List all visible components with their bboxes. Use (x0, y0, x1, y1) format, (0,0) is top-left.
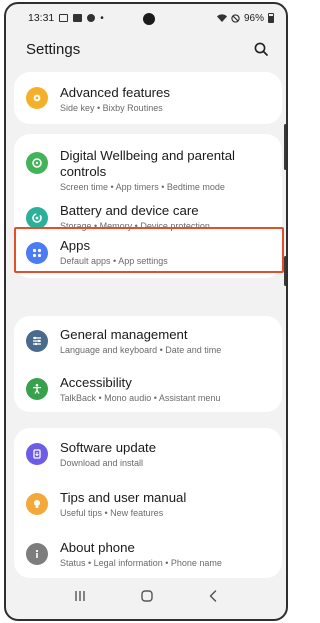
dot-icon: • (100, 12, 104, 24)
card-software-tips-about: Software update Download and install Tip… (14, 428, 282, 578)
recent-apps-button[interactable] (73, 589, 87, 607)
general-texts: General management Language and keyboard… (60, 327, 272, 355)
setting-subtitle: Language and keyboard • Date and time (60, 345, 222, 355)
setting-name: Advanced features (60, 85, 170, 100)
battery-icon (268, 13, 274, 23)
sliders-icon (26, 330, 48, 352)
setting-name-line2: controls (60, 164, 107, 179)
card-wellbeing-battery-apps: Digital Wellbeing and parental controls … (14, 134, 282, 278)
apps-grid-icon (26, 242, 48, 264)
setting-name: Battery and device care (60, 203, 199, 218)
tips-texts: Tips and user manual Useful tips • New f… (60, 490, 272, 518)
software-texts: Software update Download and install (60, 440, 272, 468)
status-right: 96% (216, 12, 274, 24)
status-bar: 13:31 • 96% (6, 4, 286, 32)
battery-texts: Battery and device care Storage • Memory… (60, 203, 272, 231)
app-notification-icon (87, 14, 96, 22)
setting-name: Apps (60, 238, 91, 253)
setting-subtitle: TalkBack • Mono audio • Assistant menu (60, 393, 221, 403)
setting-subtitle: Default apps • App settings (60, 256, 168, 266)
wifi-icon (216, 14, 227, 22)
setting-name: About phone (60, 540, 135, 555)
setting-apps[interactable]: Apps Default apps • App settings (14, 230, 282, 276)
setting-software-update[interactable]: Software update Download and install (14, 428, 282, 478)
status-time: 13:31 (28, 12, 55, 24)
setting-digital-wellbeing[interactable]: Digital Wellbeing and parental controls … (14, 134, 282, 194)
setting-subtitle: Side key • Bixby Routines (60, 103, 163, 113)
back-icon (210, 589, 217, 602)
about-texts: About phone Status • Legal information •… (60, 540, 272, 568)
back-button[interactable] (207, 589, 219, 608)
setting-tips-user-manual[interactable]: Tips and user manual Useful tips • New f… (14, 478, 282, 528)
home-icon (141, 589, 153, 602)
wellbeing-icon (26, 152, 48, 174)
card-general-accessibility: General management Language and keyboard… (14, 316, 282, 412)
accessibility-icon (26, 378, 48, 400)
setting-subtitle: Download and install (60, 458, 144, 468)
info-icon (26, 543, 48, 565)
setting-name: Accessibility (60, 375, 132, 390)
advanced-texts: Advanced features Side key • Bixby Routi… (60, 85, 272, 113)
navigation-bar (6, 587, 286, 609)
card-advanced: Advanced features Side key • Bixby Routi… (14, 72, 282, 124)
accessibility-texts: Accessibility TalkBack • Mono audio • As… (60, 375, 272, 403)
setting-general-management[interactable]: General management Language and keyboard… (14, 316, 282, 364)
setting-name: Software update (60, 440, 157, 455)
device-care-icon (26, 207, 48, 229)
setting-subtitle: Useful tips • New features (60, 508, 164, 518)
power-button (284, 256, 286, 286)
recent-apps-icon (74, 591, 85, 601)
front-camera (143, 13, 155, 25)
device-frame: 13:31 • 96% Settings Advanced features S… (4, 2, 288, 621)
setting-accessibility[interactable]: Accessibility TalkBack • Mono audio • As… (14, 364, 282, 412)
page-title: Settings (26, 40, 81, 58)
gallery-notification-icon (59, 14, 69, 22)
wellbeing-texts: Digital Wellbeing and parental controls … (60, 148, 272, 192)
home-button[interactable] (140, 589, 154, 608)
lightbulb-icon (26, 493, 48, 515)
do-not-disturb-icon (231, 13, 240, 23)
gear-star-icon (26, 87, 48, 109)
status-left: 13:31 • (28, 12, 104, 24)
search-icon (254, 42, 268, 56)
setting-advanced-features[interactable]: Advanced features Side key • Bixby Routi… (14, 72, 282, 124)
apps-texts: Apps Default apps • App settings (60, 238, 272, 266)
battery-percent: 96% (243, 12, 264, 24)
setting-name-line1: Digital Wellbeing and parental (60, 148, 235, 163)
setting-subtitle: Screen time • App timers • Bedtime mode (60, 182, 225, 192)
update-icon (26, 443, 48, 465)
search-button[interactable] (252, 40, 270, 58)
setting-subtitle: Status • Legal information • Phone name (60, 558, 222, 568)
setting-name: General management (60, 327, 188, 342)
settings-header: Settings (26, 38, 270, 60)
volume-button (284, 124, 286, 170)
setting-name: Tips and user manual (60, 490, 187, 505)
shopping-notification-icon (73, 14, 83, 22)
setting-about-phone[interactable]: About phone Status • Legal information •… (14, 528, 282, 578)
